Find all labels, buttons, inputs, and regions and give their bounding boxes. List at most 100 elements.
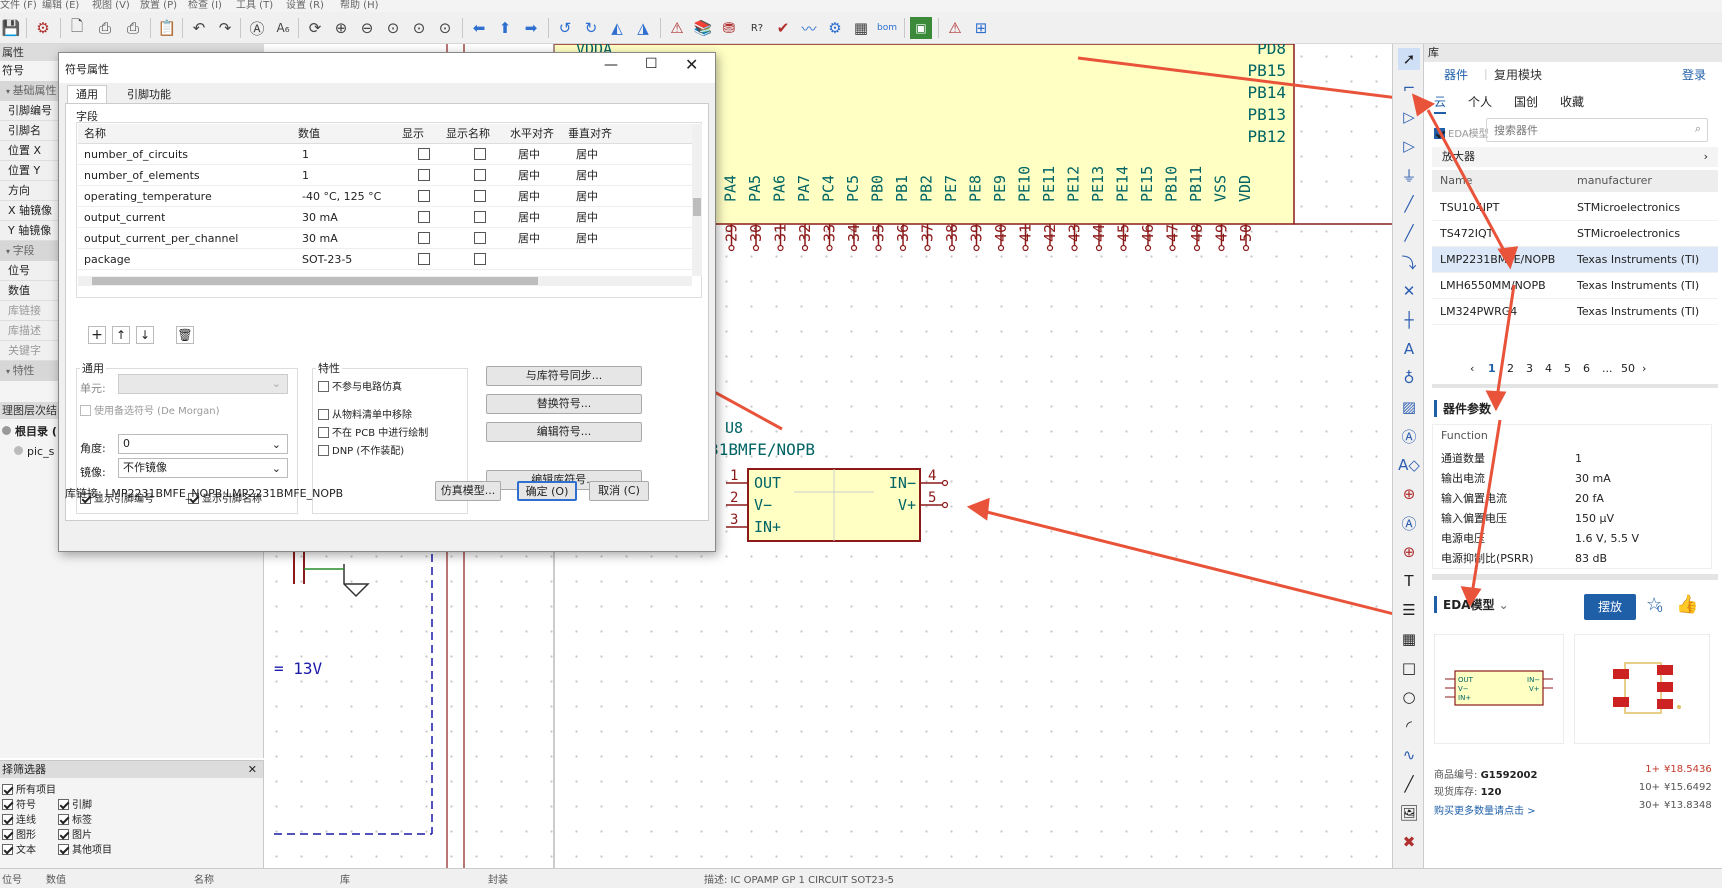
ok-button[interactable]: 确定 (O) [517,481,577,501]
plot-icon[interactable]: ⎙ [122,17,144,39]
grid-hscroll[interactable] [78,276,692,286]
field-row[interactable]: package SOT-23-5 [78,249,692,270]
delete-tool-icon[interactable]: ✖ [1398,831,1420,853]
tab-general[interactable]: 通用 [67,85,107,103]
filter-all[interactable]: 所有项目 [2,781,56,796]
field-show-checkbox[interactable] [418,211,430,223]
rotate-cw-icon[interactable]: ↻ [580,17,602,39]
menu-tools[interactable]: 工具 (T) [236,0,273,11]
close-icon[interactable]: ✕ [685,55,698,74]
sim-model-button[interactable]: 仿真模型... [435,481,501,501]
scope-guochuang[interactable]: 国创 [1514,93,1538,110]
category-selector[interactable]: 放大器 › [1432,147,1718,167]
field-row[interactable]: number_of_circuits 1 居中 居中 [78,144,692,165]
symbol-place-icon[interactable]: ▷ [1398,106,1420,128]
dnp-checkbox[interactable]: DNP (不作装配) [318,442,404,457]
page-settings-icon[interactable]: 🗋 [66,17,88,39]
field-value-cell[interactable]: SOT-23-5 [302,249,352,270]
bom-table-icon[interactable]: ▦ [850,17,872,39]
field-name-cell[interactable]: output_current [84,207,165,228]
maximize-icon[interactable]: ☐ [645,56,658,72]
symbol-browser-icon[interactable]: 📚 [692,17,714,39]
exclude-bom-checkbox[interactable]: 从物料清单中移除 [318,406,412,421]
arc-tool-icon[interactable]: ◜ [1398,715,1420,737]
image-tool-icon[interactable]: 🖼 [1398,802,1420,824]
label-icon[interactable]: A [1398,338,1420,360]
edit-symbol-button[interactable]: 编辑符号... [486,422,642,442]
delete-field-icon[interactable]: 🗑 [176,326,194,344]
buy-more-link[interactable]: 购买更多数量请点击 > [1434,802,1536,817]
field-value-cell[interactable]: 30 mA [302,207,338,228]
field-name-cell[interactable]: number_of_circuits [84,144,188,165]
sync-symbol-button[interactable]: 与库符号同步... [486,366,642,386]
field-show-checkbox[interactable] [418,190,430,202]
navigate-up-icon[interactable]: ⬆ [494,17,516,39]
annotate-r-icon[interactable]: R? [746,17,768,39]
circle-tool-icon[interactable]: ○ [1398,686,1420,708]
field-value-cell[interactable]: 1 [302,144,309,165]
text-tool-icon[interactable]: T [1398,570,1420,592]
filter-text[interactable]: 文本 [2,841,36,856]
sheet-add-icon[interactable]: ⊕ [1398,483,1420,505]
page-link[interactable]: 5 [1564,362,1571,375]
opamp-place-icon[interactable]: ▷ [1398,135,1420,157]
part-row[interactable]: TS472IQT STMicroelectronics [1432,221,1718,247]
zoom-fit-icon[interactable]: ⊙ [382,17,404,39]
login-link[interactable]: 登录 [1682,66,1706,83]
scope-personal[interactable]: 个人 [1468,93,1492,110]
field-v-align-cell[interactable]: 居中 [576,144,598,165]
scope-cloud[interactable]: 云 [1434,93,1447,114]
field-show-name-checkbox[interactable] [474,148,486,160]
navigate-forward-icon[interactable]: ➡ [520,17,542,39]
field-row[interactable]: number_of_elements 1 居中 居中 [78,165,692,186]
page-link[interactable]: 3 [1526,362,1533,375]
demorgan-checkbox[interactable]: 使用备选符号 (De Morgan) [80,402,220,417]
symbol-thumbnail[interactable]: OUT V− IN+ IN− V+ [1434,634,1564,744]
field-v-align-cell[interactable]: 居中 [576,207,598,228]
refresh-icon[interactable]: ⟳ [304,17,326,39]
field-show-checkbox[interactable] [418,169,430,181]
zoom-selection-icon[interactable]: ⊙ [434,17,456,39]
chevron-down-icon[interactable]: ⌄ [1499,598,1509,612]
search-input[interactable] [1488,120,1668,140]
field-show-name-checkbox[interactable] [474,253,486,265]
erc-icon[interactable]: ✔ [772,17,794,39]
plugin-icon[interactable]: ⊞ [970,17,992,39]
field-show-name-checkbox[interactable] [474,169,486,181]
menu-file[interactable]: 文件 (F) [0,0,37,11]
change-symbol-button[interactable]: 替换符号... [486,394,642,414]
select-tool-icon[interactable]: ➚ [1398,48,1420,70]
net-class-icon[interactable]: ♁ [1398,367,1420,389]
field-row[interactable]: output_current_per_channel 30 mA 居中 居中 [78,228,692,249]
zoom-in-icon[interactable]: ⊕ [330,17,352,39]
page-link[interactable]: 2 [1507,362,1514,375]
tab-parts[interactable]: 器件 [1444,66,1468,83]
field-name-cell[interactable]: number_of_elements [84,165,200,186]
field-show-name-checkbox[interactable] [474,190,486,202]
paste-icon[interactable]: 📋 [156,17,178,39]
field-v-align-cell[interactable]: 居中 [576,228,598,249]
minimize-icon[interactable]: — [604,57,618,73]
sheet-pin-icon[interactable]: Ⓐ [1398,512,1420,534]
field-value-cell[interactable]: 30 mA [302,228,338,249]
footprint-thumbnail[interactable] [1574,634,1710,744]
field-h-align-cell[interactable]: 居中 [518,165,540,186]
print-icon[interactable]: ⎙ [94,17,116,39]
eda-model-filter[interactable]: EDA模型 [1434,125,1489,140]
add-field-icon[interactable]: + [88,326,106,344]
move-down-icon[interactable]: ↓ [136,326,154,344]
mirror-h-icon[interactable]: ◮ [632,17,654,39]
mirror-v-icon[interactable]: ◭ [606,17,628,39]
rule-area-icon[interactable]: ▨ [1398,396,1420,418]
exclude-sim-checkbox[interactable]: 不参与电路仿真 [318,378,402,393]
field-name-cell[interactable]: operating_temperature [84,186,212,207]
table-tool-icon[interactable]: ▦ [1398,628,1420,650]
global-label-icon[interactable]: Ⓐ [1398,425,1420,447]
redo-icon[interactable]: ↷ [214,17,236,39]
search-icon[interactable]: ⌕ [1695,122,1701,136]
menu-settings[interactable]: 设置 (R) [286,0,324,11]
unit-select[interactable]: ⌄ [118,374,288,394]
no-connect-icon[interactable]: ✕ [1398,280,1420,302]
save-icon[interactable]: 💾 [0,17,22,39]
field-v-align-cell[interactable]: 居中 [576,186,598,207]
